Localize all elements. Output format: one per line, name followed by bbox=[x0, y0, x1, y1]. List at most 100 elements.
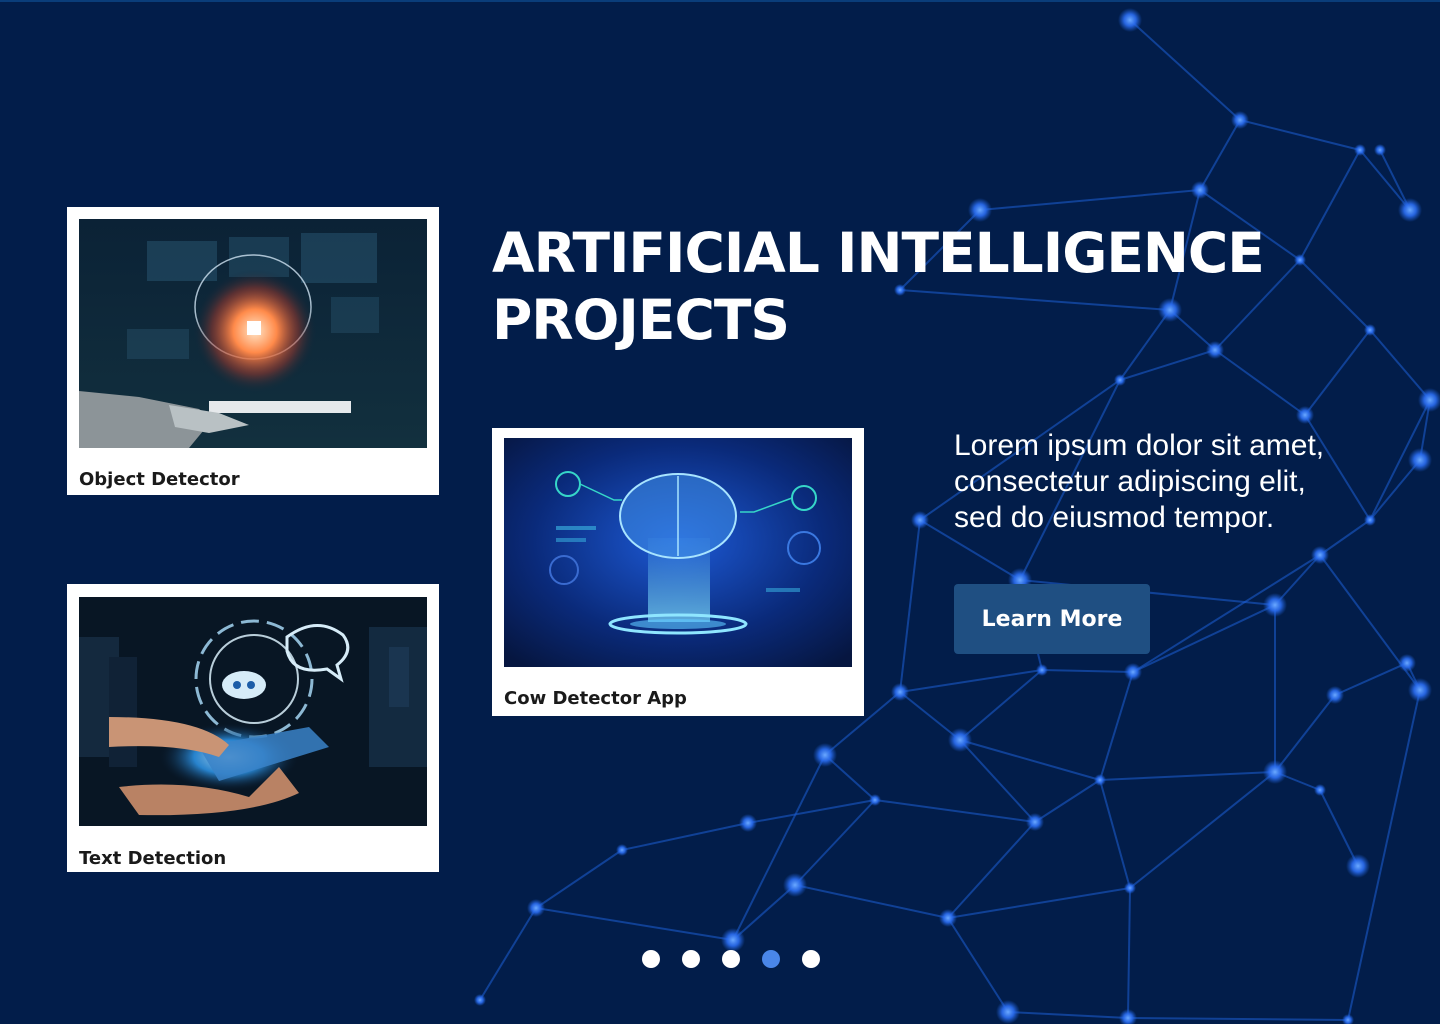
network-line bbox=[1034, 779, 1101, 823]
description-line-2: consectetur adipiscing elit, bbox=[954, 465, 1306, 498]
network-line bbox=[1199, 119, 1241, 191]
network-node bbox=[1296, 406, 1314, 424]
network-line bbox=[979, 189, 1201, 211]
network-line bbox=[1299, 149, 1361, 261]
network-node bbox=[1342, 1014, 1354, 1024]
description-line-1: Lorem ipsum dolor sit amet, bbox=[954, 429, 1325, 462]
network-node bbox=[783, 873, 807, 897]
network-node bbox=[739, 814, 757, 832]
object-detector-image bbox=[79, 219, 427, 448]
network-line bbox=[1007, 1011, 1129, 1019]
network-node bbox=[1408, 678, 1432, 702]
network-line bbox=[535, 907, 734, 941]
learn-more-button[interactable]: Learn More bbox=[954, 584, 1150, 654]
network-line bbox=[479, 907, 537, 1001]
network-line bbox=[874, 799, 1036, 823]
page-title: ARTIFICIAL INTELLIGENCE PROJECTS bbox=[492, 220, 1265, 354]
project-card-object-detector[interactable]: Object Detector bbox=[67, 207, 439, 495]
network-line bbox=[947, 917, 1009, 1013]
network-node bbox=[939, 909, 957, 927]
network-line bbox=[1304, 329, 1371, 416]
network-node bbox=[1036, 664, 1048, 676]
network-node bbox=[1346, 854, 1370, 878]
network-line bbox=[794, 884, 949, 919]
network-line bbox=[1119, 349, 1216, 381]
network-node bbox=[1311, 546, 1329, 564]
network-node bbox=[1124, 882, 1136, 894]
cow-detector-app-image bbox=[504, 438, 852, 667]
network-node bbox=[1314, 784, 1326, 796]
project-caption: Cow Detector App bbox=[504, 688, 687, 709]
network-line bbox=[1369, 329, 1431, 401]
carousel-dot-1[interactable] bbox=[642, 950, 660, 968]
network-node bbox=[948, 728, 972, 752]
network-node bbox=[1118, 8, 1142, 32]
network-line bbox=[947, 887, 1131, 919]
carousel-dot-5[interactable] bbox=[802, 950, 820, 968]
network-node bbox=[1263, 760, 1287, 784]
network-line bbox=[959, 739, 1036, 823]
network-node bbox=[1398, 198, 1422, 222]
network-node bbox=[474, 994, 486, 1006]
network-node bbox=[1398, 654, 1416, 672]
hero-description: Lorem ipsum dolor sit amet, consectetur … bbox=[954, 428, 1414, 536]
project-card-text-detection[interactable]: Text Detection bbox=[67, 584, 439, 872]
network-line bbox=[1214, 349, 1306, 416]
network-line bbox=[1319, 789, 1359, 867]
network-line bbox=[621, 822, 749, 851]
network-line bbox=[1239, 119, 1361, 151]
carousel-pagination bbox=[642, 950, 820, 968]
network-node bbox=[869, 794, 881, 806]
network-node bbox=[721, 928, 745, 952]
text-detection-image bbox=[79, 597, 427, 826]
network-line bbox=[1132, 554, 1321, 673]
carousel-dot-4[interactable] bbox=[762, 950, 780, 968]
network-node bbox=[1094, 774, 1106, 786]
network-node bbox=[616, 844, 628, 856]
network-line bbox=[1299, 259, 1371, 331]
network-node bbox=[1026, 813, 1044, 831]
network-line bbox=[899, 519, 921, 693]
network-line bbox=[535, 849, 623, 909]
description-line-3: sed do eiusmod tempor. bbox=[954, 501, 1275, 534]
network-node bbox=[527, 899, 545, 917]
network-line bbox=[732, 754, 826, 941]
network-line bbox=[947, 821, 1036, 919]
network-line bbox=[1099, 771, 1276, 781]
network-line bbox=[1274, 694, 1336, 773]
network-node bbox=[1418, 388, 1440, 412]
network-node bbox=[891, 683, 909, 701]
network-node bbox=[1114, 374, 1126, 386]
project-card-cow-detector-app[interactable]: Cow Detector App bbox=[492, 428, 864, 716]
network-line bbox=[1099, 671, 1134, 781]
network-line bbox=[1129, 19, 1241, 121]
network-node bbox=[1374, 144, 1386, 156]
carousel-dot-3[interactable] bbox=[722, 950, 740, 968]
network-line bbox=[1127, 887, 1131, 1019]
network-line bbox=[1099, 779, 1131, 889]
network-line bbox=[1334, 662, 1408, 696]
network-line bbox=[732, 884, 796, 941]
title-line-1: ARTIFICIAL INTELLIGENCE bbox=[492, 221, 1265, 285]
network-node bbox=[1263, 593, 1287, 617]
network-node bbox=[1119, 1009, 1137, 1024]
network-node bbox=[1354, 144, 1366, 156]
network-node bbox=[1364, 324, 1376, 336]
network-node bbox=[968, 198, 992, 222]
network-node bbox=[996, 1000, 1020, 1024]
network-line bbox=[1132, 604, 1276, 673]
carousel-dot-2[interactable] bbox=[682, 950, 700, 968]
project-caption: Text Detection bbox=[79, 848, 227, 869]
network-line bbox=[1041, 669, 1134, 673]
project-caption: Object Detector bbox=[79, 469, 240, 490]
network-node bbox=[1124, 663, 1142, 681]
network-node bbox=[1294, 254, 1306, 266]
network-node bbox=[813, 743, 837, 767]
network-node bbox=[1231, 111, 1249, 129]
network-line bbox=[959, 739, 1101, 781]
title-line-2: PROJECTS bbox=[492, 288, 790, 352]
network-node bbox=[911, 511, 929, 529]
network-node bbox=[1191, 181, 1209, 199]
network-line bbox=[1127, 1017, 1349, 1021]
network-node bbox=[1326, 686, 1344, 704]
